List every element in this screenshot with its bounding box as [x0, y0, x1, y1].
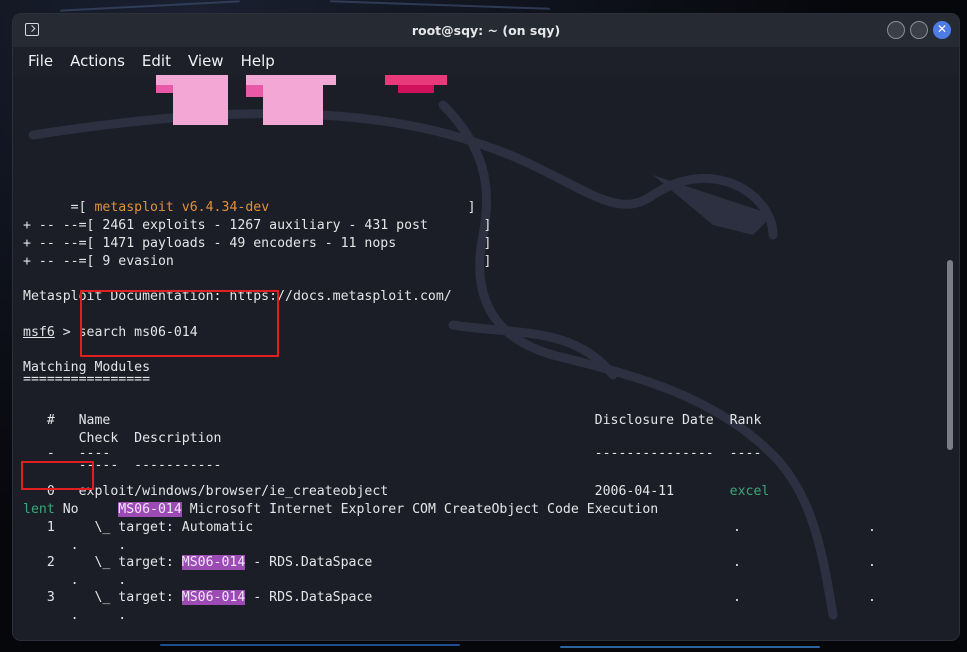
scrollbar[interactable] [947, 260, 953, 450]
logo-pixel [385, 75, 447, 85]
table-row[interactable]: 2 \_ target: MS06-014 - RDS.DataSpace. . [23, 555, 876, 571]
menu-bar: File Actions Edit View Help [13, 47, 959, 75]
prompt-name: msf6 [23, 325, 55, 340]
wallpaper-streak [330, 0, 550, 10]
close-button[interactable]: ✕ [933, 21, 951, 39]
search-highlight: MS06-014 [181, 555, 246, 570]
table-header: Check Description [23, 431, 222, 446]
table-subrow: . . [23, 573, 127, 588]
table-header: # Name Disclosure Date Rank [23, 413, 762, 428]
terminal-output[interactable]: =[ metasploit v6.4.34-dev ] + -- --=[ 24… [13, 75, 959, 640]
logo-pixel [263, 85, 323, 125]
menu-actions[interactable]: Actions [61, 52, 133, 70]
matching-modules-underline: ================ [23, 372, 151, 387]
table-row[interactable]: lent No MS06-014 Microsoft Internet Expl… [23, 502, 658, 518]
minimize-button[interactable] [887, 21, 905, 39]
banner-version-line: =[ metasploit v6.4.34-dev ] [23, 200, 476, 215]
banner-stats-line: + -- --=[ 9 evasion ] [23, 254, 492, 269]
menu-view[interactable]: View [179, 52, 232, 70]
rank-text: excel [729, 484, 770, 499]
annotation-box-index [21, 461, 94, 490]
version-text: metasploit v6.4.34-dev [94, 200, 270, 215]
annotation-box-command [80, 290, 279, 357]
menu-help[interactable]: Help [232, 52, 283, 70]
logo-pixel [156, 75, 228, 85]
table-row[interactable]: 3 \_ target: MS06-014 - RDS.DataSpace. . [23, 590, 876, 606]
wallpaper-streak [60, 0, 240, 12]
maximize-button[interactable] [910, 21, 928, 39]
window-controls: ✕ [887, 21, 951, 39]
wallpaper-streak [560, 646, 820, 648]
logo-pixel [398, 85, 434, 93]
title-bar[interactable]: root@sqy: ~ (on sqy) ✕ [13, 14, 959, 47]
menu-file[interactable]: File [13, 52, 61, 70]
rank-text: lent [23, 502, 55, 517]
menu-edit[interactable]: Edit [133, 52, 179, 70]
terminal-window: root@sqy: ~ (on sqy) ✕ File Actions Edit… [13, 14, 959, 640]
logo-pixel [173, 85, 228, 125]
table-row[interactable]: 0 exploit/windows/browser/ie_createobjec… [23, 484, 770, 500]
banner-stats-line: + -- --=[ 1471 payloads - 49 encoders - … [23, 236, 492, 251]
table-subrow: . . [23, 608, 127, 623]
search-highlight: MS06-014 [118, 502, 182, 517]
banner-stats-line: + -- --=[ 2461 exploits - 1267 auxiliary… [23, 218, 492, 233]
table-subrow: . . [23, 538, 127, 553]
terminal-icon [25, 23, 39, 36]
search-highlight: MS06-014 [181, 590, 246, 605]
table-row[interactable]: 1 \_ target: Automatic. . [23, 520, 876, 536]
wallpaper-streak [160, 644, 460, 646]
window-title: root@sqy: ~ (on sqy) [411, 23, 561, 38]
logo-pixel [246, 75, 336, 85]
